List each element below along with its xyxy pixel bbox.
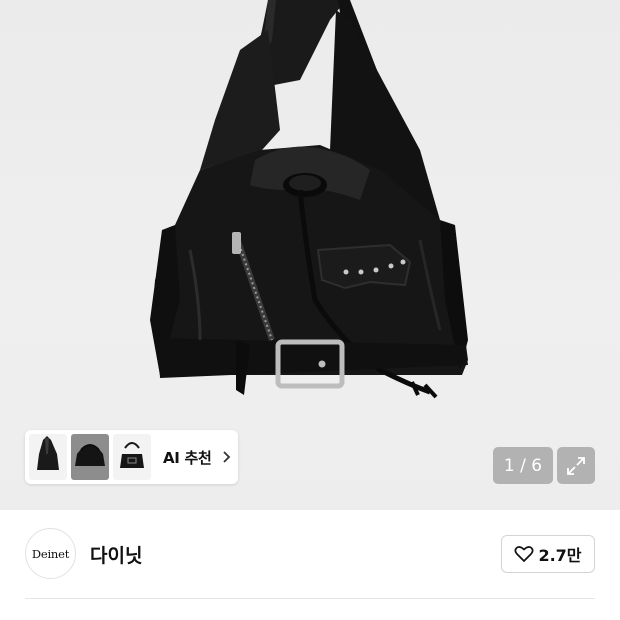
brand-logo-text: Deinet [31, 546, 70, 561]
brand-logo[interactable]: Deinet [25, 528, 76, 579]
bag-thumbnail-icon [120, 442, 144, 468]
bag-thumbnail-icon [75, 444, 105, 466]
chevron-right-icon [222, 451, 230, 463]
image-counter: 1 / 6 [493, 447, 553, 484]
expand-icon [567, 456, 585, 475]
like-count: 2.7만 [538, 546, 582, 565]
thumbnail-1[interactable] [29, 434, 67, 480]
product-image-gallery[interactable]: AI 추천 1 / 6 [0, 0, 620, 510]
like-button[interactable]: 2.7만 [501, 535, 595, 573]
brand-name[interactable]: 다이닛 [90, 541, 142, 568]
divider [25, 598, 595, 599]
ai-recommend-chip[interactable]: AI 추천 [25, 430, 238, 484]
thumbnail-2[interactable] [71, 434, 109, 480]
thumbnail-3[interactable] [113, 434, 151, 480]
brand-row: Deinet 다이닛 2.7만 [0, 510, 620, 598]
ai-recommend-label: AI 추천 [163, 448, 212, 467]
bag-thumbnail-icon [37, 436, 59, 470]
heart-icon [514, 546, 534, 563]
expand-button[interactable] [557, 447, 595, 484]
